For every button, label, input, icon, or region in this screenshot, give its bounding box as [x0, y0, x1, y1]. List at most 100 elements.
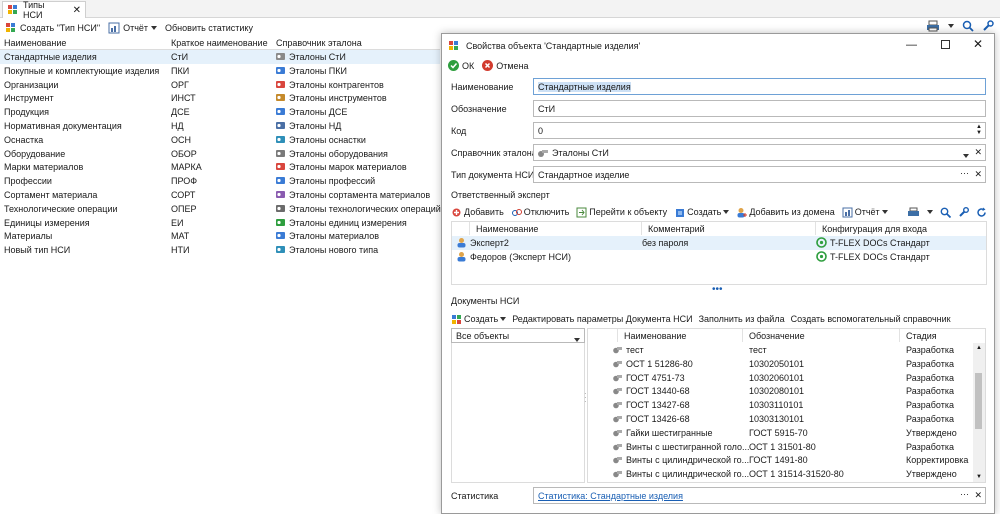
- doc-name: ГОСТ 4751-73: [626, 372, 685, 383]
- more-icon[interactable]: ···: [960, 168, 969, 178]
- chevron-down-icon[interactable]: [948, 24, 954, 28]
- doc-row[interactable]: тест тест Разработка: [588, 343, 972, 357]
- refresh-icon[interactable]: [976, 207, 987, 218]
- row-reference: Эталоны контрагентов: [289, 79, 384, 90]
- ok-label: ОК: [462, 60, 475, 71]
- doc-row[interactable]: ГОСТ 13426-68 10303130101 Разработка: [588, 412, 972, 426]
- row-reference: Эталоны НД: [289, 121, 342, 131]
- create-doc-button[interactable]: Создать: [451, 314, 507, 325]
- goto-object-button[interactable]: Перейти к объекту: [576, 207, 667, 218]
- doc-row[interactable]: Винты с цилиндрической го... ГОСТ 1491-8…: [588, 453, 972, 467]
- table-row[interactable]: Профессии ПРОФ Эталоны профессий: [0, 174, 440, 188]
- tab-strip: Типы НСИ ✕: [0, 0, 1000, 20]
- splitter-handle[interactable]: •••: [712, 284, 723, 295]
- table-row[interactable]: Организации ОРГ Эталоны контрагентов: [0, 78, 440, 92]
- chevron-down-icon[interactable]: [963, 150, 969, 160]
- stepper-arrows-icon[interactable]: ▲ ▼: [976, 124, 982, 136]
- create-expert-button[interactable]: Создать: [674, 207, 730, 218]
- scroll-down-icon[interactable]: ▼: [976, 474, 982, 480]
- column-name[interactable]: Наименование: [4, 38, 66, 48]
- code-stepper[interactable]: 0 ▲ ▼: [533, 122, 986, 139]
- edit-params-button[interactable]: Редактировать параметры Документа НСИ: [512, 314, 692, 324]
- chevron-down-icon: [500, 317, 507, 321]
- stats-field[interactable]: Статистика: Стандартные изделия ··· ✕: [533, 487, 986, 504]
- doc-designation: 10303130101: [749, 414, 805, 424]
- docs-col-stage[interactable]: Стадия: [900, 329, 972, 342]
- fill-from-file-button[interactable]: Заполнить из файла: [699, 314, 785, 324]
- report-button[interactable]: Отчёт: [106, 20, 159, 35]
- table-row[interactable]: Марки материалов МАРКА Эталоны марок мат…: [0, 160, 440, 174]
- column-short-name[interactable]: Краткое наименование: [171, 38, 268, 48]
- chevron-down-icon[interactable]: [927, 210, 933, 214]
- user-icon: [456, 237, 467, 248]
- detach-button[interactable]: Отключить: [511, 207, 569, 218]
- table-row[interactable]: Инструмент ИНСТ Эталоны инструментов: [0, 91, 440, 105]
- expert-col-name[interactable]: Наименование: [470, 222, 642, 235]
- doc-row[interactable]: ГОСТ 4751-73 10302060101 Разработка: [588, 371, 972, 385]
- stats-link[interactable]: Статистика: Стандартные изделия: [538, 491, 683, 501]
- doc-row[interactable]: ГОСТ 13440-68 10302080101 Разработка: [588, 384, 972, 398]
- table-row[interactable]: Стандартные изделия СтИ Эталоны СтИ: [0, 50, 440, 64]
- add-expert-button[interactable]: Добавить: [451, 207, 504, 218]
- reference-label: Справочник эталона: [451, 148, 537, 158]
- table-row[interactable]: Оборудование ОБОР Эталоны оборудования: [0, 147, 440, 161]
- add-label: Добавить: [464, 207, 504, 217]
- wrench-icon[interactable]: [958, 206, 969, 218]
- expert-col-config[interactable]: Конфигурация для входа: [816, 222, 986, 235]
- scroll-thumb[interactable]: [975, 373, 982, 429]
- docs-section-title: Документы НСИ: [451, 296, 520, 306]
- expert-section-title: Ответственный эксперт: [451, 190, 550, 200]
- doc-row[interactable]: Гайки шестигранные ГОСТ 5915-70 Утвержде…: [588, 426, 972, 440]
- filter-select[interactable]: Все объекты: [451, 328, 585, 343]
- docs-col-designation[interactable]: Обозначение: [743, 329, 900, 342]
- docs-scrollbar[interactable]: ▲ ▼: [973, 343, 985, 482]
- create-aux-ref-button[interactable]: Создать вспомогательный справочник: [791, 314, 951, 324]
- expert-col-comment[interactable]: Комментарий: [642, 222, 816, 235]
- doctype-field[interactable]: Стандартное изделие ··· ✕: [533, 166, 986, 183]
- clear-icon[interactable]: ✕: [974, 169, 982, 180]
- maximize-icon[interactable]: [941, 40, 950, 49]
- search-icon[interactable]: [962, 20, 974, 32]
- doc-row[interactable]: ГОСТ 13427-68 10303110101 Разработка: [588, 398, 972, 412]
- doc-row[interactable]: Винты с шестигранной голо... ОСТ 1 31501…: [588, 440, 972, 454]
- table-row[interactable]: Нормативная документация НД Эталоны НД: [0, 119, 440, 133]
- cancel-button[interactable]: Отмена: [482, 60, 529, 71]
- name-field[interactable]: Стандартные изделия: [533, 78, 986, 95]
- table-row[interactable]: Покупные и комплектующие изделия ПКИ Эта…: [0, 64, 440, 78]
- refresh-stats-button[interactable]: Обновить статистику: [163, 20, 255, 35]
- add-from-domain-button[interactable]: Добавить из домена: [736, 207, 835, 218]
- table-row[interactable]: Материалы МАТ Эталоны материалов: [0, 229, 440, 243]
- clear-icon[interactable]: ✕: [974, 490, 982, 501]
- print-icon[interactable]: [926, 20, 940, 32]
- doc-row[interactable]: Винты с цилиндрической го... ОСТ 1 31514…: [588, 467, 972, 481]
- table-row[interactable]: Технологические операции ОПЕР Эталоны те…: [0, 202, 441, 216]
- table-row[interactable]: Оснастка ОСН Эталоны оснастки: [0, 133, 440, 147]
- create-nsi-type-button[interactable]: Создать "Тип НСИ": [3, 20, 102, 35]
- tab-nsi-types[interactable]: Типы НСИ ✕: [2, 0, 86, 20]
- designation-field[interactable]: СтИ: [533, 100, 986, 117]
- expert-row[interactable]: Эксперт2 без пароля T-FLEX DOCs Стандарт: [452, 236, 986, 250]
- table-row[interactable]: Новый тип НСИ НТИ Эталоны нового типа: [0, 243, 440, 257]
- table-row[interactable]: Единицы измерения ЕИ Эталоны единиц изме…: [0, 216, 440, 230]
- report-label: Отчёт: [123, 22, 149, 33]
- table-row[interactable]: Сортамент материала СОРТ Эталоны сортаме…: [0, 188, 440, 202]
- search-icon[interactable]: [940, 207, 951, 218]
- column-reference[interactable]: Справочник эталона: [276, 38, 362, 48]
- wrench-icon[interactable]: [982, 20, 994, 32]
- doc-row[interactable]: ОСТ 1 51286-80 10302050101 Разработка: [588, 357, 972, 371]
- ok-button[interactable]: ОК: [448, 60, 474, 71]
- more-icon[interactable]: ···: [960, 489, 969, 499]
- unlink-icon: [511, 207, 522, 218]
- minimize-icon[interactable]: —: [906, 39, 917, 51]
- close-icon[interactable]: ✕: [73, 5, 81, 16]
- chevron-down-icon[interactable]: [574, 334, 580, 342]
- clear-icon[interactable]: ✕: [974, 147, 982, 158]
- docs-col-name[interactable]: Наименование: [618, 329, 743, 342]
- scroll-up-icon[interactable]: ▲: [976, 345, 982, 351]
- expert-row[interactable]: Федоров (Эксперт НСИ) T-FLEX DOCs Станда…: [452, 250, 986, 264]
- print-icon[interactable]: [907, 207, 920, 218]
- reference-select[interactable]: Эталоны СтИ ✕: [533, 144, 986, 161]
- table-row[interactable]: Продукция ДСЕ Эталоны ДСЕ: [0, 105, 440, 119]
- expert-report-button[interactable]: Отчёт: [842, 207, 888, 218]
- close-icon[interactable]: ✕: [973, 37, 983, 51]
